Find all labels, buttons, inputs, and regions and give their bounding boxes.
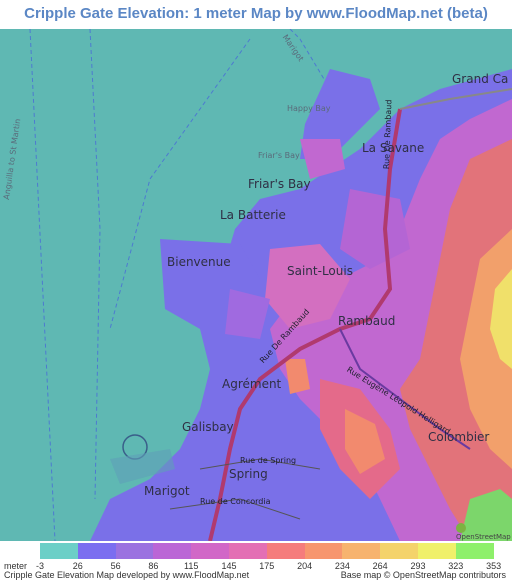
place-galisbay[interactable]: Galisbay [182, 420, 234, 434]
legend-swatch [191, 543, 229, 559]
place-agrement[interactable]: Agrément [222, 377, 281, 391]
osm-logo-icon [456, 523, 466, 533]
legend-swatches [40, 543, 494, 559]
legend-swatch [304, 543, 343, 559]
footer: Cripple Gate Elevation Map developed by … [0, 570, 512, 582]
place-bienvenue[interactable]: Bienvenue [167, 255, 231, 269]
footer-credit[interactable]: Cripple Gate Elevation Map developed by … [4, 570, 249, 580]
place-la-savane[interactable]: La Savane [362, 141, 424, 155]
legend-swatch [455, 543, 494, 559]
legend-swatch [40, 543, 78, 559]
legend-swatch [266, 543, 305, 559]
osm-badge: OpenStreetMap [456, 523, 511, 541]
place-spring[interactable]: Spring [229, 467, 268, 481]
street-rue-de-concordia: Rue de Concordia [200, 497, 271, 506]
legend-swatch [77, 543, 116, 559]
street-rue-de-spring: Rue de Spring [240, 456, 297, 465]
elevation-legend: meter -3 26 56 86 115 145 175 204 234 264 293 323 35… [0, 543, 512, 571]
page-title: Cripple Gate Elevation: 1 meter Map by w… [24, 5, 488, 22]
place-friars-bay[interactable]: Friar's Bay [248, 177, 311, 191]
place-marigot[interactable]: Marigot [144, 484, 190, 498]
place-la-batterie[interactable]: La Batterie [220, 208, 286, 222]
place-happy-bay[interactable]: Happy Bay [287, 104, 330, 113]
place-grand-case[interactable]: Grand Ca [452, 72, 508, 86]
legend-swatch [228, 543, 267, 559]
place-saint-louis[interactable]: Saint-Louis [287, 264, 353, 278]
legend-swatch [115, 543, 154, 559]
legend-swatch [417, 543, 456, 559]
legend-swatch [153, 543, 192, 559]
place-colombier[interactable]: Colombier [428, 430, 489, 444]
place-rambaud[interactable]: Rambaud [338, 314, 395, 328]
footer-basemap-credit[interactable]: Base map © OpenStreetMap contributors [341, 570, 506, 580]
legend-swatch [380, 543, 418, 559]
elevation-map[interactable]: Grand Ca La Savane Friar's Bay La Batter… [0, 29, 512, 541]
place-friars-bay-small[interactable]: Friar's Bay [258, 151, 300, 160]
legend-swatch [342, 543, 381, 559]
